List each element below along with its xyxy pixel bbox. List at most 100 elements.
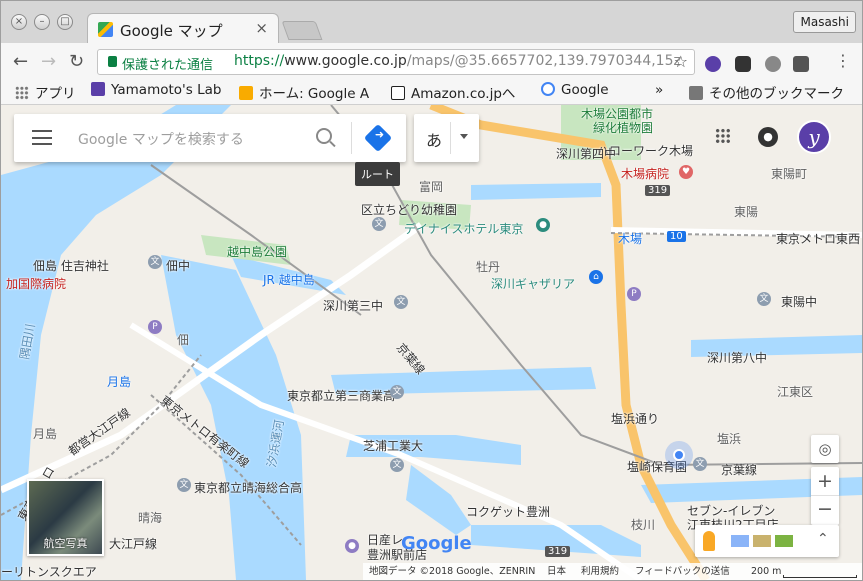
layer-transit-thumb[interactable] xyxy=(731,535,749,547)
route-shield: 319 xyxy=(645,185,671,196)
tab-strip: × – □ Google マップ × Masashi xyxy=(1,1,862,43)
search-icon[interactable] xyxy=(316,128,332,144)
map-label[interactable]: 加国際病院 xyxy=(6,275,66,292)
layer-bike-thumb[interactable] xyxy=(775,535,793,547)
feedback-link[interactable]: フィードバックの送信 xyxy=(635,563,730,580)
country-link[interactable]: 日本 xyxy=(547,563,566,580)
hotel-pin-icon[interactable]: ● xyxy=(536,218,550,232)
map-label[interactable]: 佃 xyxy=(177,331,189,348)
map-label[interactable]: 東京メトロ東西 xyxy=(776,230,860,247)
shopping-pin-icon[interactable]: ⌂ xyxy=(589,270,603,284)
map-label[interactable]: 木場 xyxy=(618,230,642,247)
parking-pin-icon[interactable]: P xyxy=(627,287,641,301)
school-pin-icon[interactable]: 文 xyxy=(148,255,162,269)
dropdown-caret-icon[interactable] xyxy=(460,134,468,139)
bookmark-other-folder[interactable]: その他のブックマーク xyxy=(689,82,844,102)
map-label[interactable]: 富岡 xyxy=(419,178,443,195)
map-label[interactable]: 塩浜通り xyxy=(611,410,659,427)
map-label[interactable]: 深川第三中 xyxy=(323,297,383,314)
search-box[interactable]: Google マップを検索する xyxy=(14,114,406,162)
zoom-in-button[interactable]: + xyxy=(811,467,839,496)
school-pin-icon[interactable]: 文 xyxy=(372,217,386,231)
map-label[interactable]: 晴海 xyxy=(138,509,162,526)
directions-icon[interactable] xyxy=(363,123,393,153)
maximize-window-button[interactable]: □ xyxy=(57,14,73,30)
back-arrow-icon[interactable]: ← xyxy=(13,51,28,72)
new-tab-button[interactable] xyxy=(281,21,323,40)
map-label[interactable]: 月島 xyxy=(33,425,57,442)
layer-terrain-thumb[interactable] xyxy=(753,535,771,547)
minimize-window-button[interactable]: – xyxy=(34,14,50,30)
bookmark-google[interactable]: Google xyxy=(541,82,609,98)
bookmark-amazon[interactable]: Amazon.co.jpへ xyxy=(391,82,515,102)
parking-pin-icon[interactable]: P xyxy=(148,320,162,334)
map-label[interactable]: 深川ギャザリア xyxy=(491,275,575,292)
amazon-icon xyxy=(391,86,405,100)
school-pin-icon[interactable]: 文 xyxy=(757,292,771,306)
bookmark-yamamotos-lab[interactable]: Yamamoto's Lab xyxy=(91,82,221,98)
account-avatar[interactable]: y xyxy=(797,120,831,154)
map-label[interactable]: 木場病院 xyxy=(621,165,669,182)
map-label[interactable]: コクゲット豊洲 xyxy=(466,503,550,520)
map-label[interactable]: 京葉線 xyxy=(721,461,757,478)
google-apps-icon[interactable] xyxy=(715,128,731,144)
forward-arrow-icon[interactable]: → xyxy=(41,51,56,72)
pegman-icon[interactable] xyxy=(703,531,715,551)
tab-close-icon[interactable]: × xyxy=(255,19,268,37)
map-label[interactable]: 牡丹 xyxy=(476,258,500,275)
map-label[interactable]: 東陽中 xyxy=(781,293,817,310)
extension-cloud-icon[interactable] xyxy=(735,56,751,72)
school-pin-icon[interactable]: 文 xyxy=(390,385,404,399)
school-pin-icon[interactable]: 文 xyxy=(394,295,408,309)
map-label: 深川第四中 xyxy=(556,147,617,161)
map-data-attribution: 地図データ ©2018 Google、ZENRIN xyxy=(369,566,536,577)
my-location-button[interactable]: ◎ xyxy=(811,435,839,463)
store-pin-icon[interactable]: ● xyxy=(345,539,359,553)
satellite-toggle[interactable]: 航空写真 xyxy=(27,479,104,556)
url-host: www.google.co.jp xyxy=(284,53,407,69)
map-label[interactable]: デイナイスホテル東京 xyxy=(404,220,523,237)
school-pin-icon[interactable]: 文 xyxy=(177,478,191,492)
input-method-button[interactable]: あ xyxy=(414,114,479,162)
bookmark-apps[interactable]: アプリ xyxy=(15,82,76,102)
bookmark-google-ads[interactable]: ホーム: Google A xyxy=(239,82,369,102)
map-label[interactable]: JR 越中島 xyxy=(263,271,315,288)
map-label[interactable]: 東京都立第三商業高 xyxy=(287,387,395,404)
school-pin-icon[interactable]: 文 xyxy=(390,458,404,472)
map-label[interactable]: 深川第八中 xyxy=(707,349,767,366)
reload-icon[interactable]: ↻ xyxy=(69,51,84,72)
map-label[interactable]: ーリトンスクエア xyxy=(1,563,97,580)
school-pin-icon[interactable]: 文 xyxy=(693,457,707,471)
map-label[interactable]: 越中島公園 xyxy=(227,243,287,260)
map-label[interactable]: 塩浜 xyxy=(717,430,741,447)
map-label[interactable]: 佃中 xyxy=(166,257,190,274)
profile-button[interactable]: Masashi xyxy=(793,11,856,33)
terms-link[interactable]: 利用規約 xyxy=(581,563,619,580)
url-text[interactable]: https://www.google.co.jp/maps/@35.665770… xyxy=(234,53,681,69)
map-label[interactable]: 緑化植物園 xyxy=(593,119,653,136)
extension-yamamoto-icon[interactable] xyxy=(705,56,721,72)
extension-evernote-icon[interactable] xyxy=(793,56,809,72)
map-label[interactable]: 佃島 住吉神社 xyxy=(33,257,109,274)
hospital-pin-icon[interactable]: ♥ xyxy=(679,165,693,179)
map-label[interactable]: 月島 xyxy=(107,373,131,390)
more-menu-icon[interactable]: ⋮ xyxy=(835,51,851,70)
address-bar[interactable]: 保護された通信 https://www.google.co.jp/maps/@3… xyxy=(97,49,695,75)
expand-layers-icon[interactable]: ⌃ xyxy=(817,531,829,547)
bookmark-star-icon[interactable]: ☆ xyxy=(674,52,688,71)
search-input[interactable]: Google マップを検索する xyxy=(78,129,244,149)
map-label[interactable]: 芝浦工業大 xyxy=(363,437,423,454)
map-label[interactable]: 東陽 xyxy=(734,203,758,220)
bookmarks-overflow-button[interactable]: » xyxy=(655,82,663,98)
map-label[interactable]: 東京都立晴海総合高 xyxy=(194,479,302,496)
close-window-button[interactable]: × xyxy=(11,14,27,30)
tab-google-maps[interactable]: Google マップ × xyxy=(87,13,279,43)
notifications-bell-icon[interactable]: ● xyxy=(758,127,778,147)
ime-char: あ xyxy=(426,131,443,150)
map-canvas[interactable]: 木場公園都市 緑化植物園 ハローワーク木場 木場病院 区立ちどり幼稚園 デイナイ… xyxy=(1,105,862,580)
hamburger-menu-icon[interactable] xyxy=(32,130,52,145)
scale-label[interactable]: 200 m xyxy=(751,563,781,580)
extension-bug-icon[interactable] xyxy=(765,56,781,72)
map-label[interactable]: 区立ちどり幼稚園 xyxy=(361,201,457,218)
zoom-out-button[interactable]: − xyxy=(811,496,839,525)
